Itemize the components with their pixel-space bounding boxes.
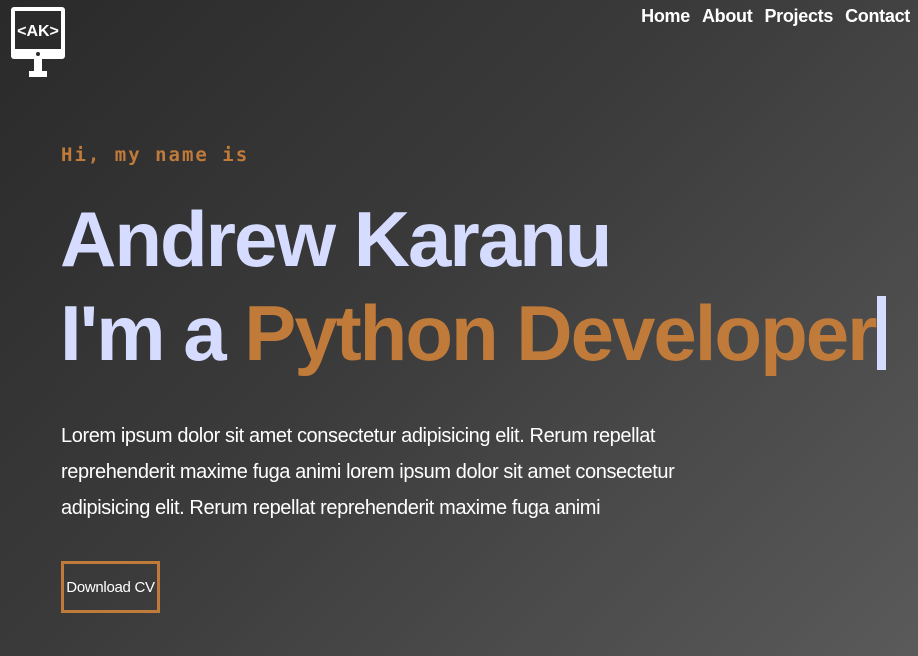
monitor-logo-icon: <AK>: [11, 7, 65, 77]
download-cv-button[interactable]: Download CV: [61, 561, 160, 613]
hero-role: I'm a Python Developer: [60, 288, 887, 378]
logo-text: <AK>: [17, 23, 59, 40]
hero-name: Andrew Karanu: [60, 195, 612, 283]
main-nav: Home About Projects Contact: [641, 6, 910, 27]
nav-home[interactable]: Home: [641, 6, 690, 27]
typing-cursor: [877, 296, 887, 370]
role-accent: Python Developer: [244, 289, 877, 377]
nav-about[interactable]: About: [702, 6, 753, 27]
nav-projects[interactable]: Projects: [764, 6, 833, 27]
site-logo[interactable]: <AK>: [9, 5, 67, 81]
nav-contact[interactable]: Contact: [845, 6, 910, 27]
hero-intro: Hi, my name is: [61, 144, 250, 166]
hero-description: Lorem ipsum dolor sit amet consectetur a…: [61, 425, 675, 519]
role-prefix: I'm a: [60, 289, 227, 377]
